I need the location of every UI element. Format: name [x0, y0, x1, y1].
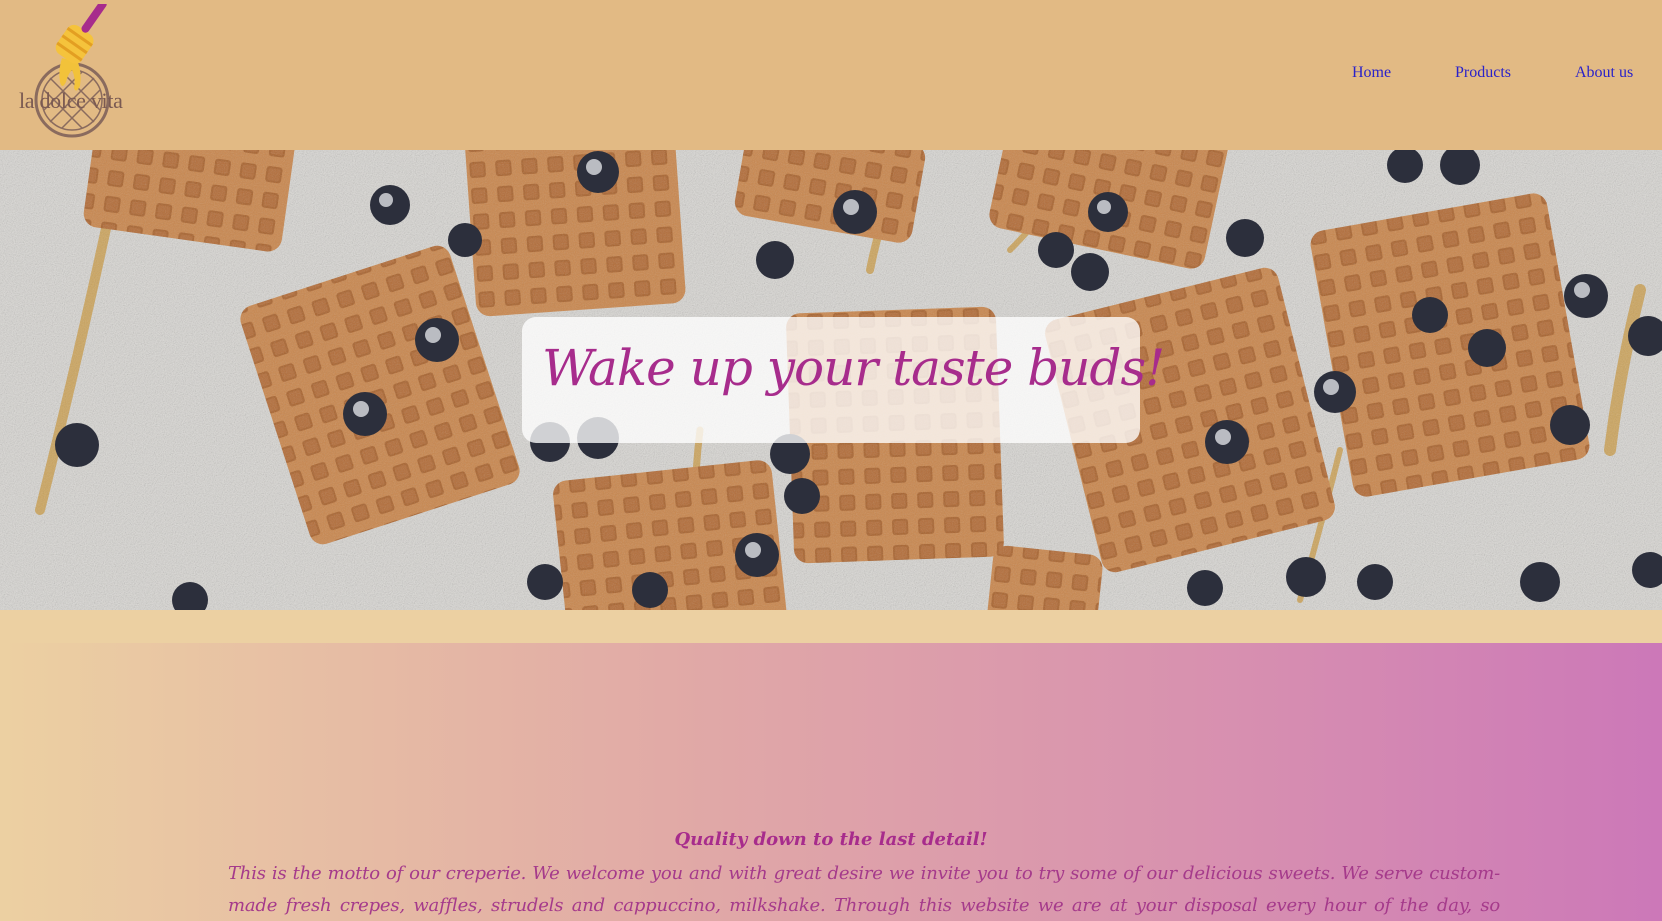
- intro-paragraph: This is the motto of our creperie. We we…: [228, 863, 1500, 916]
- brand-name: la dolce vita: [19, 88, 123, 113]
- hero-headline-card: Wake up your taste buds!: [522, 317, 1165, 443]
- intro-section: Quality down to the last detail! This is…: [0, 643, 1662, 921]
- section-divider: [0, 610, 1662, 643]
- motto-heading: Quality down to the last detail!: [674, 829, 988, 850]
- main-nav: Home Products About us: [0, 64, 1662, 86]
- nav-link-products[interactable]: Products: [1455, 64, 1511, 82]
- hero-banner: Wake up your taste buds!: [0, 150, 1662, 610]
- nav-link-about-us[interactable]: About us: [1575, 64, 1633, 82]
- nav-link-home[interactable]: Home: [1352, 64, 1391, 82]
- site-header: la dolce vita Home Products About us: [0, 0, 1662, 150]
- hero-title: Wake up your taste buds!: [542, 339, 1165, 397]
